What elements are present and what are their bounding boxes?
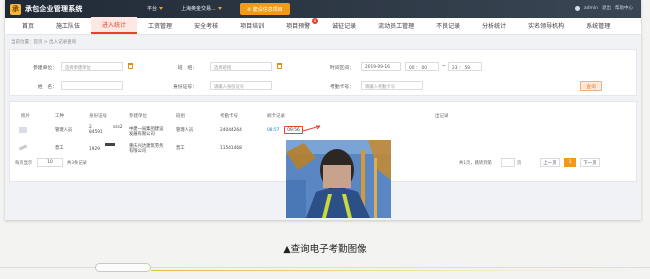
decorative-pill [95,263,151,272]
time-label: 时间区间： [330,66,354,71]
row1-unit-c: 发展有限公司 [129,132,155,137]
worker-photo-image [286,140,391,218]
col-swipe: 刷卡记录 [267,114,285,119]
app-title: 承包企业管理系统 [25,5,83,13]
caret-down-icon [159,7,164,10]
project-info-button[interactable]: ※ 建设信息项目 [240,3,290,15]
jump-label: 共1页，跳转到第 [459,161,492,166]
row1-time-out-highlight[interactable]: 09:56 [284,126,303,134]
clear-unit-icon[interactable] [128,63,133,69]
col-unit: 参建单位 [129,114,147,119]
col-card: 考勤卡号 [220,114,238,119]
row1-type: 管理人员 [55,128,73,133]
search-button[interactable]: 查询 [580,81,602,91]
id-label: 身份证号： [173,85,197,90]
name-label: 姓 名： [37,85,57,90]
nav-system[interactable]: 系统管理 [575,17,621,34]
row2-unit-c: 有限公司 [129,149,147,154]
attendance-photo[interactable] [286,140,391,218]
breadcrumb: 当前位置：首页 > 出入记录查询 [11,40,77,45]
nav-warning[interactable]: 项目预警 8 [275,17,321,34]
nav-mobile-staff[interactable]: 流动员工管理 [367,17,425,34]
nav-leadership[interactable]: 实名领导机构 [517,17,575,34]
user-name[interactable]: admin [584,6,598,11]
per-page-label: 每页显示 [15,161,33,166]
unit-select[interactable]: 选择参建单位 [61,62,123,71]
nav-home[interactable]: 首页 [11,17,45,34]
jump-input[interactable] [501,158,515,167]
row1-card: 24044264 [220,128,242,133]
end-time-input[interactable]: 23 ： 59 [448,62,482,71]
team-label: 班 组： [177,66,197,71]
company-label: 上海奥金交易... [181,6,216,12]
team-select[interactable]: 选择班组 [210,62,272,71]
prev-page-button[interactable]: 上一页 [540,158,560,167]
next-page-button[interactable]: 下一页 [580,158,600,167]
project-info-label: ※ 建设信息项目 [247,6,283,13]
date-input[interactable]: 2019-09-16 [361,62,401,71]
unit-label: 参建单位： [33,66,57,71]
row2-type: 普工 [55,146,64,151]
decorative-bar [151,270,650,271]
redacted-mark [105,143,115,146]
platform-selector[interactable]: 平台 [147,5,164,12]
row1-unit-a: sss2 [113,125,123,130]
row1-team: 管理人员 [176,128,194,133]
figure-caption: ▲查询电子考勤图像 [283,244,367,255]
avatar [19,127,27,133]
help-link[interactable]: 帮助中心 [615,5,633,11]
card-label: 考勤卡号： [330,85,354,90]
time-separator: ~ [442,64,446,69]
per-page-select[interactable]: 10 [37,158,63,167]
top-bar: 承 承包企业管理系统 平台 上海奥金交易... ※ 建设信息项目 admin 退… [5,0,641,18]
nav-analysis[interactable]: 分析统计 [471,17,517,34]
col-type: 工种 [55,114,64,119]
main-nav: 首页 施工队伍 进入统计 工资管理 安全考核 项目培训 项目预警 8 诚征记录 流… [5,17,641,35]
nav-teams[interactable]: 施工队伍 [45,17,91,34]
nav-training[interactable]: 项目培训 [229,17,275,34]
col-exit: 出记录 [435,114,449,119]
nav-bad-records[interactable]: 不良记录 [425,17,471,34]
caret-down-icon [217,7,222,10]
id-input[interactable]: 请输入身份证号 [210,81,272,90]
row2-id2: 1929 [89,147,100,152]
user-area: admin 退出 帮助中心 [574,5,633,11]
nav-wages[interactable]: 工资管理 [137,17,183,34]
nav-records[interactable]: 诚征记录 [321,17,367,34]
logo-icon: 承 [10,3,21,15]
card-input[interactable]: 请输入考勤卡号 [361,81,423,90]
jump-suffix: 页 [517,161,522,166]
row1-id2: 84591 [89,130,103,135]
record-count: 共3条记录 [67,161,87,166]
user-avatar-icon [574,5,580,11]
nav-safety[interactable]: 安全考核 [183,17,229,34]
row2-card: 11541468 [220,146,242,151]
start-time-input[interactable]: 00 ： 00 [405,62,439,71]
warning-badge: 8 [312,18,319,24]
annotation-arrow-icon [302,125,321,132]
logout-link[interactable]: 退出 [602,5,611,11]
col-id: 身份证号 [89,114,107,119]
current-page[interactable]: 1 [564,158,576,167]
company-selector[interactable]: 上海奥金交易... [181,5,222,12]
name-input[interactable] [61,81,123,90]
clear-team-icon[interactable] [277,63,282,69]
row2-team: 普工 [176,146,185,151]
col-team: 班组 [176,114,185,119]
nav-entry-stats[interactable]: 进入统计 [91,17,138,34]
screenshot-frame: 承 承包企业管理系统 平台 上海奥金交易... ※ 建设信息项目 admin 退… [5,0,641,220]
platform-label: 平台 [147,6,158,12]
col-photo: 照片 [21,114,30,119]
row1-time-in[interactable]: 08:57 [267,128,279,133]
